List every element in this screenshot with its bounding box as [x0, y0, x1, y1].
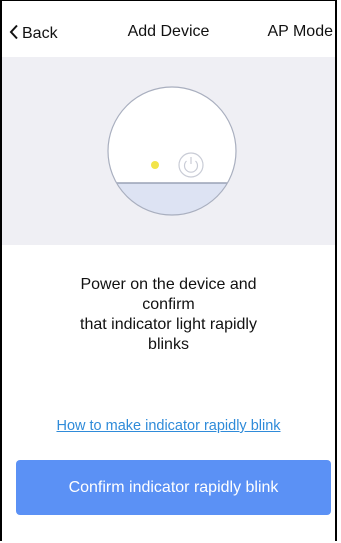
instruction-text: Power on the device and confirm that ind… [2, 275, 335, 355]
instruction-line: blinks [148, 336, 189, 353]
ap-mode-button[interactable]: AP Mode [267, 23, 333, 41]
confirm-button[interactable]: Confirm indicator rapidly blink [16, 460, 331, 515]
indicator-light [151, 161, 159, 169]
instruction-line: that indicator light rapidly [80, 316, 257, 333]
device-illustration [107, 86, 237, 216]
app-screen: Back Add Device AP Mode Power on the dev… [0, 0, 337, 541]
device-illustration-area [2, 57, 335, 245]
instruction-line: Power on the device and [80, 276, 257, 293]
instruction-line: confirm [142, 296, 195, 313]
help-link[interactable]: How to make indicator rapidly blink [2, 418, 335, 434]
navigation-bar: Back Add Device AP Mode [2, 1, 335, 57]
